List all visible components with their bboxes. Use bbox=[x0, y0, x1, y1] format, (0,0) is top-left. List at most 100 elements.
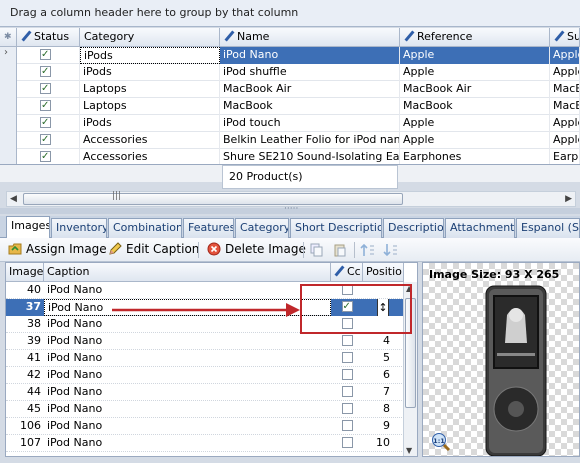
status-checkbox[interactable] bbox=[40, 64, 51, 80]
row-indicator[interactable] bbox=[0, 64, 17, 81]
group-by-panel[interactable]: Drag a column header here to group by th… bbox=[0, 0, 580, 27]
product-row[interactable]: LaptopsMacBookMacBookMacB bbox=[0, 98, 580, 115]
image-id-cell[interactable]: 42 bbox=[6, 367, 44, 384]
cover-cell[interactable] bbox=[331, 333, 363, 350]
reference-cell[interactable]: MacBook bbox=[400, 98, 550, 115]
supplier-cell[interactable]: Apple bbox=[550, 47, 580, 64]
caption-cell[interactable]: iPod Nano bbox=[44, 418, 331, 435]
scroll-down-icon[interactable]: ▼ bbox=[406, 446, 412, 455]
image-row[interactable]: 107 iPod Nano 10 bbox=[6, 435, 404, 452]
column-header-name[interactable]: Name bbox=[220, 28, 400, 47]
tab-combinations[interactable]: Combinations bbox=[108, 218, 182, 238]
cover-checkbox[interactable] bbox=[341, 437, 353, 448]
reference-cell[interactable]: Apple bbox=[400, 47, 550, 64]
image-row[interactable]: 39 iPod Nano 4 bbox=[6, 333, 404, 350]
sort-descending-icon[interactable] bbox=[383, 242, 399, 258]
category-cell[interactable]: Accessories bbox=[80, 132, 220, 149]
status-cell[interactable] bbox=[17, 149, 80, 164]
cover-checkbox[interactable] bbox=[341, 335, 353, 346]
position-cell[interactable]: 10 bbox=[363, 435, 404, 452]
reference-cell[interactable]: Apple bbox=[400, 132, 550, 149]
supplier-cell[interactable]: MacB bbox=[550, 98, 580, 115]
image-row[interactable]: 41 iPod Nano 5 bbox=[6, 350, 404, 367]
tab-description[interactable]: Description bbox=[383, 218, 444, 238]
image-id-cell[interactable]: 44 bbox=[6, 384, 44, 401]
supplier-cell[interactable]: MacB bbox=[550, 81, 580, 98]
status-cell[interactable] bbox=[17, 47, 80, 64]
status-cell[interactable] bbox=[17, 81, 80, 98]
tab-short-description[interactable]: Short Description bbox=[290, 218, 382, 238]
image-row[interactable]: 42 iPod Nano 6 bbox=[6, 367, 404, 384]
row-indicator[interactable] bbox=[0, 149, 17, 164]
scroll-right-icon[interactable]: ▶ bbox=[565, 194, 572, 204]
name-cell[interactable]: iPod shuffle bbox=[220, 64, 400, 81]
cover-cell[interactable] bbox=[331, 350, 363, 367]
column-header-cover[interactable]: Cc bbox=[331, 263, 363, 282]
name-cell[interactable]: MacBook Air bbox=[220, 81, 400, 98]
copy-icon[interactable] bbox=[310, 243, 324, 257]
supplier-cell[interactable]: Apple bbox=[550, 64, 580, 81]
name-cell[interactable]: Belkin Leather Folio for iPod nano - B bbox=[220, 132, 400, 149]
scroll-left-icon[interactable]: ◀ bbox=[10, 194, 17, 204]
product-row[interactable]: LaptopsMacBook AirMacBook AirMacB bbox=[0, 81, 580, 98]
row-indicator[interactable] bbox=[0, 132, 17, 149]
category-cell[interactable]: Laptops bbox=[80, 98, 220, 115]
cover-checkbox[interactable] bbox=[341, 386, 353, 397]
row-indicator[interactable] bbox=[0, 98, 17, 115]
name-cell[interactable]: iPod touch bbox=[220, 115, 400, 132]
image-id-cell[interactable]: 40 bbox=[6, 282, 44, 299]
status-checkbox[interactable] bbox=[40, 115, 51, 131]
cover-checkbox[interactable] bbox=[341, 352, 353, 363]
caption-cell[interactable]: iPod Nano bbox=[44, 282, 331, 299]
caption-cell[interactable]: iPod Nano bbox=[44, 367, 331, 384]
status-checkbox[interactable] bbox=[40, 149, 51, 164]
tab-features[interactable]: Features bbox=[183, 218, 234, 238]
position-cell[interactable]: 7 bbox=[363, 384, 404, 401]
row-indicator[interactable] bbox=[0, 81, 17, 98]
image-id-cell[interactable]: 41 bbox=[6, 350, 44, 367]
assign-image-button[interactable]: Assign Image bbox=[8, 241, 107, 259]
product-row[interactable]: iPodsiPod shuffleAppleApple bbox=[0, 64, 580, 81]
caption-cell[interactable]: iPod Nano bbox=[44, 350, 331, 367]
image-row[interactable]: 44 iPod Nano 7 bbox=[6, 384, 404, 401]
category-cell[interactable]: Accessories bbox=[80, 149, 220, 164]
product-row[interactable]: iPodsiPod touchAppleApple bbox=[0, 115, 580, 132]
name-cell[interactable]: MacBook bbox=[220, 98, 400, 115]
cover-cell[interactable] bbox=[331, 435, 363, 452]
sort-ascending-icon[interactable] bbox=[360, 242, 376, 258]
product-row[interactable]: ›iPodsiPod NanoAppleApple bbox=[0, 47, 580, 64]
paste-icon[interactable] bbox=[333, 243, 347, 257]
image-id-cell[interactable]: 37 bbox=[6, 299, 44, 316]
status-checkbox[interactable] bbox=[40, 47, 51, 63]
status-checkbox[interactable] bbox=[40, 132, 51, 148]
reference-cell[interactable]: Earphones bbox=[400, 149, 550, 164]
column-header-status[interactable]: Status bbox=[17, 28, 80, 47]
status-cell[interactable] bbox=[17, 132, 80, 149]
zoom-actual-size-icon[interactable]: 1:1 bbox=[431, 432, 451, 452]
position-cell[interactable]: 4 bbox=[363, 333, 404, 350]
category-cell[interactable]: iPods bbox=[80, 115, 220, 132]
image-row[interactable]: 106 iPod Nano 9 bbox=[6, 418, 404, 435]
cover-cell[interactable] bbox=[331, 384, 363, 401]
image-id-cell[interactable]: 45 bbox=[6, 401, 44, 418]
tab-espanol[interactable]: Espanol (Spa bbox=[516, 218, 580, 238]
category-cell[interactable]: Laptops bbox=[80, 81, 220, 98]
cover-checkbox[interactable] bbox=[341, 403, 353, 414]
tab-inventory[interactable]: Inventory bbox=[51, 218, 107, 238]
row-indicator[interactable]: › bbox=[0, 47, 17, 64]
position-cell[interactable]: 6 bbox=[363, 367, 404, 384]
scroll-thumb[interactable]: ||| bbox=[23, 191, 403, 205]
caption-cell[interactable]: iPod Nano bbox=[44, 384, 331, 401]
reference-cell[interactable]: MacBook Air bbox=[400, 81, 550, 98]
column-header-category[interactable]: Category bbox=[80, 28, 220, 47]
caption-cell[interactable]: iPod Nano bbox=[44, 401, 331, 418]
product-row[interactable]: AccessoriesShure SE210 Sound-Isolating E… bbox=[0, 149, 580, 164]
name-cell[interactable]: Shure SE210 Sound-Isolating Earpho bbox=[220, 149, 400, 164]
image-id-cell[interactable]: 38 bbox=[6, 316, 44, 333]
category-cell[interactable]: iPods bbox=[80, 47, 220, 64]
reference-cell[interactable]: Apple bbox=[400, 64, 550, 81]
column-header-position[interactable]: Positio bbox=[363, 263, 404, 282]
status-cell[interactable] bbox=[17, 115, 80, 132]
status-cell[interactable] bbox=[17, 98, 80, 115]
column-header-supplier[interactable]: Su bbox=[550, 28, 580, 47]
